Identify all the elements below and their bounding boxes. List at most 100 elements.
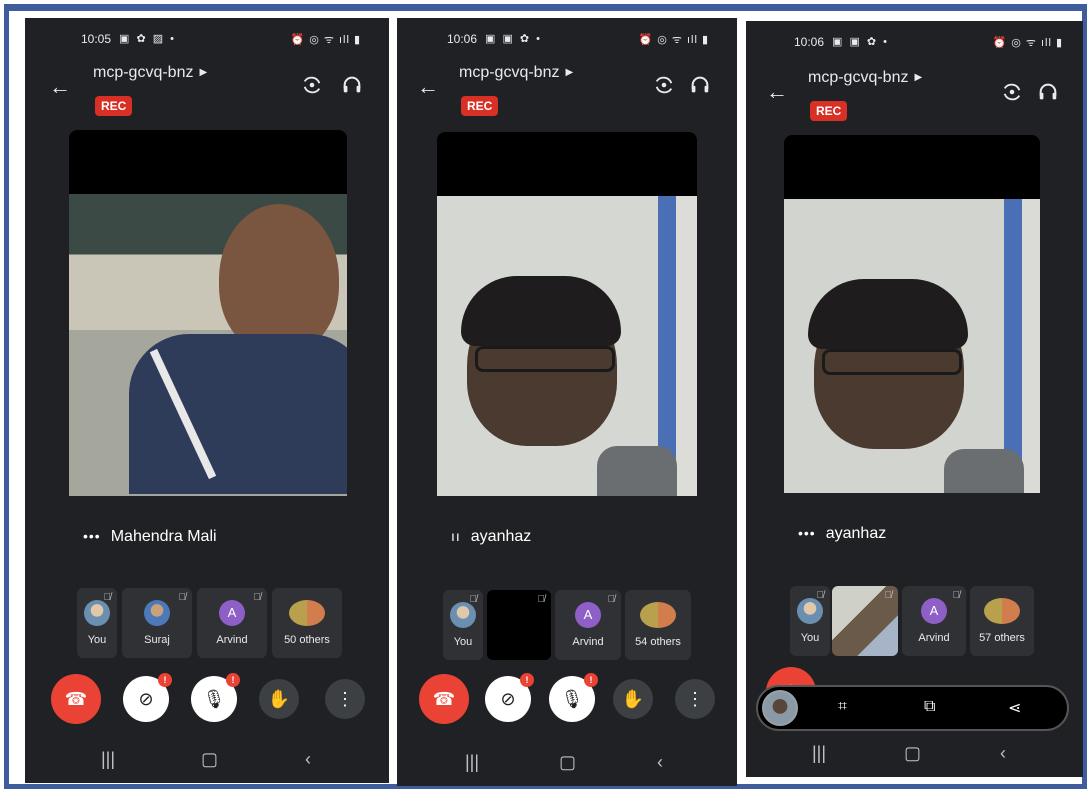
meeting-code[interactable]: mcp-gcvq-bnz ▶	[93, 64, 207, 82]
tile-letterbox-top	[784, 135, 1040, 199]
more-options-button[interactable]: ⋮	[675, 679, 715, 719]
participant-tile[interactable]: 50 others	[272, 588, 342, 658]
status-time: 10:05	[81, 32, 112, 46]
participant-tile[interactable]: 🎙̸ You	[790, 586, 830, 656]
arrow-left-icon[interactable]: ←	[49, 74, 71, 100]
avatar: A	[219, 600, 245, 626]
avatar: A	[921, 598, 947, 624]
mic-off-icon: 🎙̸	[607, 594, 616, 605]
mic-off-icon: 🎙̸	[469, 594, 478, 605]
participant-video-tile[interactable]: 🎙̸	[487, 590, 551, 660]
meeting-code[interactable]: mcp-gcvq-bnz ▶	[808, 69, 922, 87]
mic-toggle-button[interactable]: 🎙!	[191, 673, 240, 722]
arrow-left-icon[interactable]: ←	[417, 74, 439, 100]
back-button[interactable]: ‹	[657, 752, 663, 773]
rec-badge: REC	[461, 96, 499, 116]
tile-letterbox-top	[437, 132, 697, 196]
participant-tile[interactable]: 🎙̸ Suraj	[122, 588, 192, 658]
participant-label: Arvind	[572, 636, 604, 648]
camera-switch-icon[interactable]	[1001, 81, 1023, 103]
participant-tile[interactable]: 🎙̸ A Arvind	[902, 586, 966, 656]
camera-switch-icon[interactable]	[653, 74, 675, 96]
tile-letterbox-top	[69, 130, 347, 194]
speaker-name-text: ayanhaz	[825, 525, 887, 542]
speaker-name-text: ayanhaz	[470, 528, 532, 545]
phone-screen-2: 10:06 ▣ ▣ ✿ • ⏰ ◎ ᯤ ıll ▮ ← mcp-gcvq-bnz…	[397, 18, 737, 786]
screenshot-toolbar: ⌗ ⧉ ⋖	[756, 685, 1069, 731]
speaker-tile[interactable]: ıı ayanhaz	[437, 132, 697, 560]
meeting-code[interactable]: mcp-gcvq-bnz ▶	[459, 64, 573, 82]
rec-badge: REC	[95, 96, 133, 116]
participant-label: You	[800, 632, 820, 644]
chair	[597, 446, 677, 496]
status-notification-icons: ▣ ✿ ▨ •	[119, 33, 177, 45]
glasses	[822, 349, 962, 375]
more-options-button[interactable]: ⋮	[325, 679, 365, 719]
mic-off-icon: 🎙̸	[816, 590, 825, 601]
home-button[interactable]: ▢	[559, 752, 576, 773]
more-vertical-icon: ⋮	[686, 688, 704, 709]
warning-badge: !	[584, 673, 598, 687]
meeting-code-text: mcp-gcvq-bnz	[459, 64, 560, 81]
warning-badge: !	[520, 673, 534, 687]
participant-label: Suraj	[144, 634, 170, 646]
participant-tile[interactable]: 54 others	[625, 590, 691, 660]
headset-icon[interactable]	[1037, 81, 1059, 103]
participant-tile[interactable]: 57 others	[970, 586, 1034, 656]
crop-icon[interactable]: ⧉	[924, 698, 935, 716]
mic-toggle-button[interactable]: 🎙!	[549, 673, 598, 722]
participant-label: You	[87, 634, 107, 646]
arrow-left-icon[interactable]: ←	[766, 79, 788, 105]
avatar: A	[575, 602, 601, 628]
status-system-icons: ⏰ ◎ ᯤ ıll ▮	[992, 37, 1063, 49]
participant-label: 50 others	[284, 634, 330, 646]
raise-hand-button[interactable]: ✋	[613, 679, 653, 719]
android-nav-bar: ||| ▢ ‹	[397, 748, 737, 778]
participant-tile[interactable]: 🎙̸ A Arvind	[555, 590, 621, 660]
share-icon[interactable]: ⋖	[1008, 698, 1021, 718]
phone-hangup-icon: ☎	[432, 688, 456, 709]
headset-icon[interactable]	[689, 74, 711, 96]
avatar-group	[640, 602, 676, 628]
phone-hangup-icon: ☎	[64, 688, 88, 709]
speaker-name: ••• ayanhaz	[798, 525, 886, 543]
speaker-video	[784, 199, 1040, 493]
mic-off-icon: 🎙̸	[537, 594, 546, 605]
raise-hand-button[interactable]: ✋	[259, 679, 299, 719]
caret-right-icon: ▶	[199, 67, 208, 78]
chair	[944, 449, 1024, 493]
end-call-button[interactable]: ☎	[419, 674, 469, 724]
speaker-tile[interactable]: ••• Mahendra Mali	[69, 130, 347, 560]
participant-tile[interactable]: 🎙̸ You	[443, 590, 483, 660]
camera-toggle-button[interactable]: ⊘!	[485, 673, 534, 722]
back-button[interactable]: ‹	[1000, 743, 1006, 764]
headset-icon[interactable]	[341, 74, 363, 96]
recent-apps-button[interactable]: |||	[465, 752, 479, 773]
speaker-tile[interactable]: ••• ayanhaz	[784, 135, 1040, 557]
screenshot-thumbnail[interactable]	[762, 690, 798, 726]
camera-toggle-button[interactable]: ⊘!	[123, 673, 172, 722]
home-button[interactable]: ▢	[201, 749, 218, 770]
home-button[interactable]: ▢	[904, 743, 921, 764]
participant-tile[interactable]: 🎙̸ You	[77, 588, 117, 658]
camera-switch-icon[interactable]	[301, 74, 323, 96]
recent-apps-button[interactable]: |||	[101, 749, 115, 770]
meeting-code-text: mcp-gcvq-bnz	[808, 69, 909, 86]
status-time: 10:06	[794, 35, 825, 49]
status-notification-icons: ▣ ▣ ✿ •	[832, 36, 890, 48]
recent-apps-button[interactable]: |||	[812, 743, 826, 764]
phone-screen-3: 10:06 ▣ ▣ ✿ • ⏰ ◎ ᯤ ıll ▮ ← mcp-gcvq-bnz…	[746, 21, 1083, 777]
end-call-button[interactable]: ☎	[51, 674, 101, 724]
scroll-capture-icon[interactable]: ⌗	[838, 698, 847, 716]
back-button[interactable]: ‹	[305, 749, 311, 770]
participant-video-tile[interactable]: 🎙̸	[832, 586, 898, 656]
more-vertical-icon: ⋮	[336, 688, 354, 709]
mic-off-icon: 🎙̸	[253, 592, 262, 603]
hand-icon: ✋	[267, 688, 291, 709]
avatar	[84, 600, 110, 626]
participant-label: You	[453, 636, 473, 648]
avatar	[144, 600, 170, 626]
participant-tile[interactable]: 🎙̸ A Arvind	[197, 588, 267, 658]
status-system-icons: ⏰ ◎ ᯤ ıll ▮	[638, 34, 709, 46]
speaker-name: ıı ayanhaz	[451, 528, 531, 546]
